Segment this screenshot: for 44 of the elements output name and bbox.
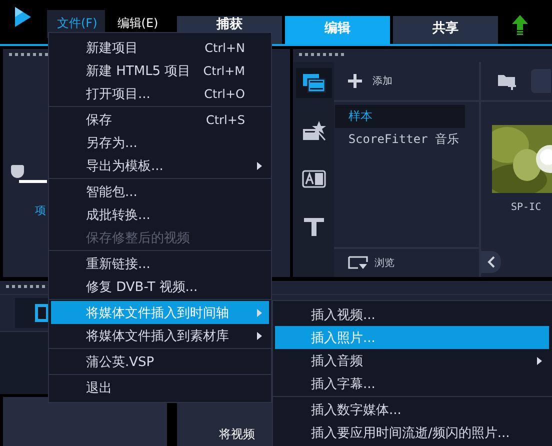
menu-item[interactable]: 插入数字媒体...: [275, 398, 549, 421]
submenu-arrow-icon: [537, 356, 542, 364]
menu-item[interactable]: 将媒体文件插入到素材库: [51, 324, 269, 347]
library-category-tab[interactable]: [296, 68, 332, 98]
library-folder[interactable]: 样本: [335, 105, 466, 128]
menu-item[interactable]: 成批转换...: [51, 203, 269, 226]
chevron-left-icon: [487, 256, 495, 268]
menu-item[interactable]: 重新链接...: [51, 252, 269, 275]
slider-thumb[interactable]: [11, 165, 24, 178]
plus-icon: [348, 74, 362, 88]
menu-item[interactable]: 导出为模板...: [51, 154, 269, 177]
menu-item[interactable]: 插入字幕...: [275, 372, 549, 395]
folder-add-icon[interactable]: [497, 72, 517, 90]
mode-label: 项: [35, 203, 47, 218]
menu-item[interactable]: 插入要应用时间流逝/频闪的照片...: [275, 421, 549, 444]
mode-tab[interactable]: 共享: [393, 16, 498, 44]
ab-icon: [302, 168, 326, 190]
menu-item[interactable]: 退出: [51, 376, 269, 399]
browse-icon: [348, 256, 368, 270]
library-folder[interactable]: ScoreFitter 音乐: [335, 128, 466, 151]
browse-button[interactable]: 浏览: [334, 256, 394, 270]
text-icon: [302, 216, 326, 238]
add-button[interactable]: 添加: [334, 74, 392, 88]
scroll-left-button[interactable]: [481, 251, 501, 273]
menu-item[interactable]: 打开项目... Ctrl+O: [51, 82, 269, 105]
menu-item[interactable]: 蒲公英.VSP: [51, 350, 269, 373]
menu-item[interactable]: 新建 HTML5 项目 Ctrl+M: [51, 59, 269, 82]
film-icon[interactable]: [35, 304, 49, 322]
menu-item[interactable]: 插入视频...: [275, 303, 549, 326]
submenu-arrow-icon: [257, 332, 262, 340]
menu-item[interactable]: 智能包...: [51, 180, 269, 203]
menu-item[interactable]: 另存为...: [51, 131, 269, 154]
drop-hint-text: 将视频: [219, 427, 255, 441]
play-logo-icon: [15, 7, 31, 27]
thumbnail-caption: SP-IC: [511, 202, 542, 213]
menu-item: 保存修整后的视频: [85, 230, 191, 248]
upload-arrow-icon[interactable]: [512, 15, 528, 35]
menu-item[interactable]: 修复 DVB-T 视频...: [51, 275, 269, 298]
film-star-icon: [302, 120, 326, 142]
media-library-icon: [302, 72, 326, 94]
menu-item[interactable]: 保存 Ctrl+S: [51, 108, 269, 131]
submenu-arrow-icon: [257, 162, 262, 170]
submenu-arrow-icon: [257, 308, 262, 316]
menu-item[interactable]: 插入音频: [275, 349, 549, 372]
